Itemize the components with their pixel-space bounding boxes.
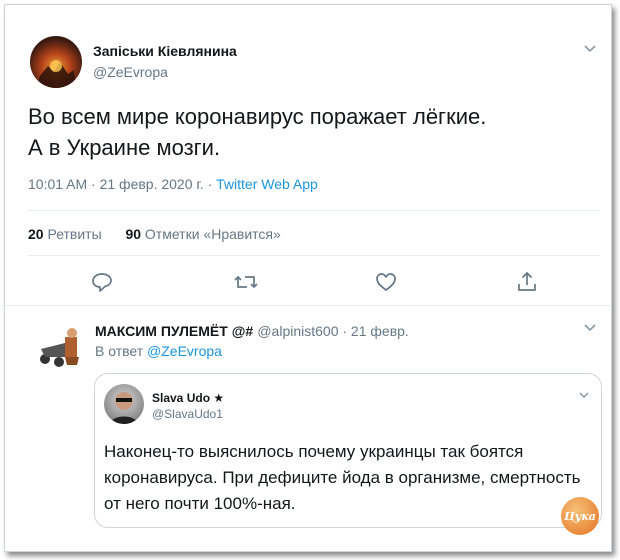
likes-stat[interactable]: 90 Отметки «Нравится»: [125, 226, 280, 242]
retweets-label: Ретвиты: [47, 226, 102, 242]
reply-author-avatar[interactable]: [35, 319, 85, 369]
chevron-down-icon[interactable]: [578, 388, 590, 403]
share-icon[interactable]: [515, 270, 541, 296]
tweet-source-link[interactable]: Twitter Web App: [216, 176, 318, 192]
reply-header: МАКСИМ ПУЛЕМЁТ @# @alpinist600 · 21 февр…: [95, 323, 409, 340]
quote-author-name[interactable]: Slava Udo ★: [152, 391, 224, 405]
divider: [5, 305, 611, 306]
reply-author-name[interactable]: МАКСИМ ПУЛЕМЁТ @#: [95, 323, 253, 339]
watermark-logo: Цука: [561, 497, 599, 535]
divider: [28, 210, 600, 211]
author-handle[interactable]: @ZeEvropa: [93, 64, 168, 80]
likes-label: Отметки «Нравится»: [144, 226, 281, 242]
reply-to-link[interactable]: @ZeEvropa: [147, 343, 222, 359]
tweet-stats: 20 Ретвиты 90 Отметки «Нравится»: [28, 226, 281, 242]
reply-to: В ответ @ZeEvropa: [95, 343, 222, 359]
reply-author-handle[interactable]: @alpinist600 · 21 февр.: [257, 323, 408, 339]
tweet-text-line1: Во всем мире коронавирус поражает лёгкие…: [28, 104, 487, 129]
chevron-down-icon[interactable]: [583, 42, 597, 57]
quote-author-avatar[interactable]: [104, 384, 144, 424]
retweets-stat[interactable]: 20 Ретвиты: [28, 226, 102, 242]
like-icon[interactable]: [374, 270, 400, 296]
tweet-timestamp[interactable]: 10:01 AM · 21 февр. 2020 г. ·: [28, 176, 216, 192]
reply-to-prefix: В ответ: [95, 343, 148, 359]
author-avatar[interactable]: [30, 36, 82, 88]
tweet-meta: 10:01 AM · 21 февр. 2020 г. · Twitter We…: [28, 176, 318, 192]
quoted-tweet[interactable]: Slava Udo ★ @SlavaUdo1 Наконец-то выясни…: [94, 373, 602, 528]
tweet-text: Во всем мире коронавирус поражает лёгкие…: [28, 101, 486, 163]
likes-count: 90: [125, 226, 142, 242]
quote-text: Наконец-то выяснилось почему украинцы та…: [104, 442, 581, 513]
author-name[interactable]: Запіськи Кіевлянина: [93, 43, 237, 59]
screenshot-frame: Запіськи Кіевлянина @ZeEvropa Во всем ми…: [4, 4, 612, 552]
chevron-down-icon[interactable]: [583, 321, 597, 336]
tweet-text-line2: А в Украине мозги.: [28, 135, 221, 160]
quote-author-handle[interactable]: @SlavaUdo1: [152, 407, 223, 421]
reply-icon[interactable]: [90, 270, 116, 296]
divider: [28, 255, 600, 256]
retweet-icon[interactable]: [233, 270, 259, 296]
retweets-count: 20: [28, 226, 44, 242]
